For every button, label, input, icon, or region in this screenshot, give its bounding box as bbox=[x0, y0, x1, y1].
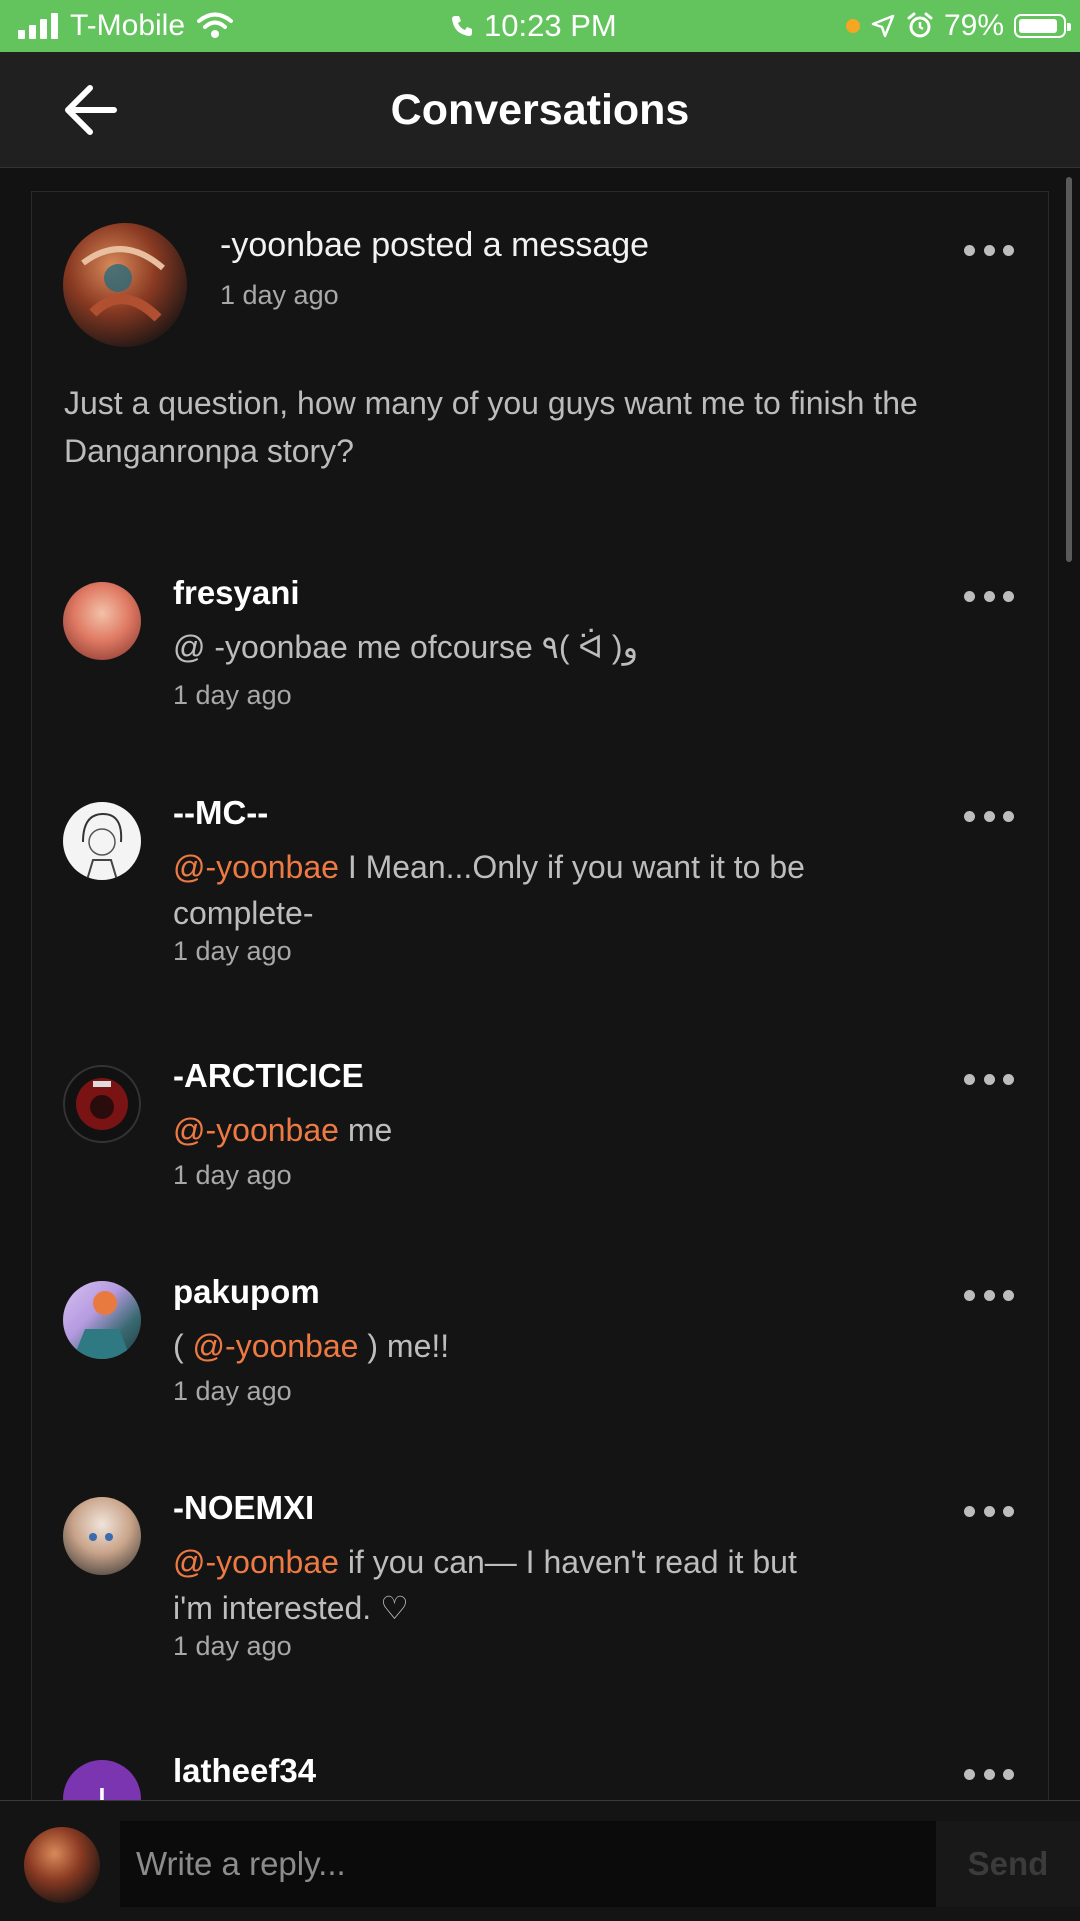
comment-prefix: ( bbox=[173, 1328, 193, 1364]
nav-header: Conversations bbox=[0, 52, 1080, 168]
phone-icon bbox=[452, 16, 472, 36]
comment-timestamp: 1 day ago bbox=[173, 936, 292, 966]
comment-timestamp: 1 day ago bbox=[173, 1376, 292, 1406]
post-body: Just a question, how many of you guys wa… bbox=[64, 385, 918, 469]
comment-username[interactable]: fresyani bbox=[173, 574, 300, 612]
comment-text: @ -yoonbae me ofcourse ٩( ᐛ )و bbox=[173, 624, 813, 670]
list-item: -ARCTICICE @-yoonbae me 1 day ago bbox=[32, 1057, 1048, 1207]
more-options-icon[interactable] bbox=[964, 1287, 1014, 1303]
status-right: 79% bbox=[845, 0, 1071, 52]
comment-text: @-yoonbae if you can— I haven't read it … bbox=[173, 1539, 813, 1631]
more-options-icon[interactable] bbox=[964, 1503, 1014, 1519]
battery-icon bbox=[1014, 14, 1071, 38]
carrier-label: T-Mobile bbox=[70, 9, 186, 42]
scrollbar[interactable] bbox=[1066, 177, 1072, 562]
comment-text: @-yoonbae I Mean...Only if you want it t… bbox=[173, 844, 813, 936]
more-options-icon[interactable] bbox=[964, 1071, 1014, 1087]
list-item: --MC-- @-yoonbae I Mean...Only if you wa… bbox=[32, 794, 1048, 994]
location-arrow-icon bbox=[871, 14, 895, 38]
clock: 10:23 PM bbox=[484, 8, 617, 43]
post-timestamp: 1 day ago bbox=[220, 280, 339, 310]
comment-username[interactable]: pakupom bbox=[173, 1273, 320, 1311]
avatar[interactable] bbox=[63, 223, 187, 347]
page-title: Conversations bbox=[390, 86, 690, 134]
more-options-icon[interactable] bbox=[964, 588, 1014, 604]
list-item: -NOEMXI @-yoonbae if you can— I haven't … bbox=[32, 1489, 1048, 1689]
comment-body: me bbox=[338, 1112, 393, 1148]
comment-timestamp: 1 day ago bbox=[173, 1631, 292, 1661]
comment-username[interactable]: -NOEMXI bbox=[173, 1489, 314, 1527]
avatar[interactable] bbox=[63, 802, 141, 880]
comment-timestamp: 1 day ago bbox=[173, 680, 292, 710]
alarm-icon bbox=[907, 12, 933, 38]
conversation-card: -yoonbae posted a message 1 day ago Just… bbox=[31, 191, 1049, 1833]
more-options-icon[interactable] bbox=[964, 808, 1014, 824]
comment-username[interactable]: --MC-- bbox=[173, 794, 268, 832]
avatar bbox=[24, 1827, 100, 1903]
comment-username[interactable]: latheef34 bbox=[173, 1752, 316, 1790]
recording-dot-icon bbox=[845, 19, 860, 33]
comment-text: ( @-yoonbae ) me!! bbox=[173, 1323, 813, 1369]
avatar[interactable] bbox=[63, 1281, 141, 1359]
status-center: 10:23 PM bbox=[450, 0, 617, 52]
comment-prefix: @ -yoonbae me ofcourse ٩( ᐛ )و bbox=[173, 629, 639, 665]
mention-link[interactable]: @-yoonbae bbox=[173, 849, 339, 885]
list-item: fresyani @ -yoonbae me ofcourse ٩( ᐛ )و … bbox=[32, 574, 1048, 724]
comment-body: ) me!! bbox=[358, 1328, 450, 1364]
reply-input[interactable] bbox=[120, 1821, 936, 1907]
wifi-icon bbox=[197, 12, 234, 38]
comment-username[interactable]: -ARCTICICE bbox=[173, 1057, 364, 1095]
more-options-icon[interactable] bbox=[964, 1766, 1014, 1782]
post-title: -yoonbae posted a message bbox=[220, 226, 650, 264]
mention-link[interactable]: @-yoonbae bbox=[173, 1112, 339, 1148]
signal-icon bbox=[18, 13, 58, 39]
list-item: pakupom ( @-yoonbae ) me!! 1 day ago bbox=[32, 1273, 1048, 1423]
status-bar: T-Mobile 10:23 PM 79% bbox=[0, 0, 1080, 52]
reply-bar: Send bbox=[0, 1800, 1080, 1921]
comment-timestamp: 1 day ago bbox=[173, 1160, 292, 1190]
send-button[interactable]: Send bbox=[936, 1821, 1080, 1907]
more-options-icon[interactable] bbox=[964, 242, 1014, 258]
mention-link[interactable]: @-yoonbae bbox=[193, 1328, 359, 1364]
status-left: T-Mobile bbox=[18, 0, 234, 52]
mention-link[interactable]: @-yoonbae bbox=[173, 1544, 339, 1580]
avatar[interactable] bbox=[63, 1065, 141, 1143]
comment-text: @-yoonbae me bbox=[173, 1107, 813, 1153]
battery-percent: 79% bbox=[943, 9, 1004, 42]
avatar[interactable] bbox=[63, 1497, 141, 1575]
avatar[interactable] bbox=[63, 582, 141, 660]
